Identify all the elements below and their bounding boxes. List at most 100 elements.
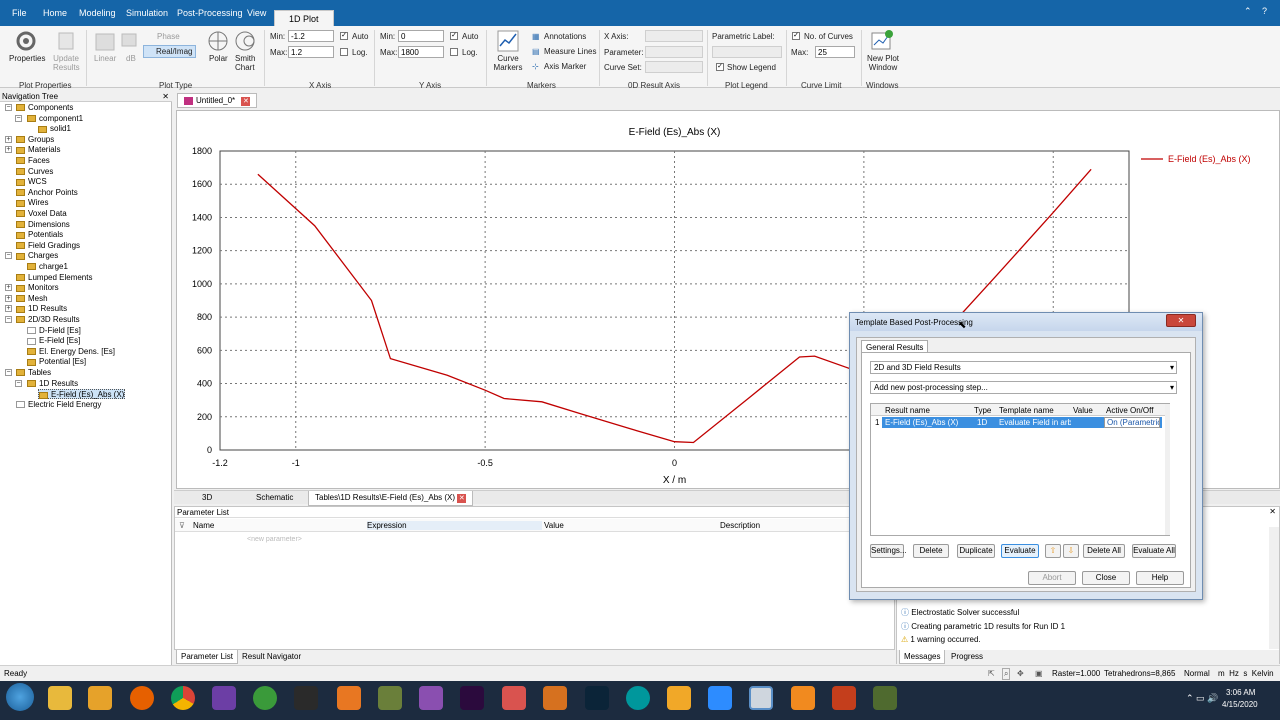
parametric-label-select[interactable] — [712, 46, 782, 58]
col-value[interactable]: Value — [1073, 406, 1093, 415]
tree-item[interactable]: E-Field (Es)_Abs (X) — [38, 389, 126, 400]
tree-item[interactable]: Charges — [16, 251, 58, 261]
update-results-button[interactable]: Update Results — [53, 54, 80, 72]
y-min-input[interactable]: 0 — [398, 30, 444, 42]
matlab-icon[interactable] — [543, 686, 567, 710]
show-legend-checkbox[interactable]: ✓ — [716, 63, 724, 71]
help-button[interactable]: Help — [1136, 571, 1184, 585]
tab-1d-plot[interactable]: 1D Plot — [274, 10, 334, 26]
row-active-select[interactable]: On (Parametric — [1104, 417, 1160, 428]
new-parameter-placeholder[interactable]: <new parameter> — [247, 536, 302, 543]
tree-item[interactable]: Anchor Points — [16, 188, 78, 198]
tree-expand-icon[interactable]: + — [5, 305, 12, 313]
close-button[interactable]: Close — [1082, 571, 1130, 585]
tree-item[interactable]: WCS — [16, 177, 47, 187]
menu-view[interactable]: View — [247, 8, 266, 18]
curve-max-input[interactable]: 25 — [815, 46, 855, 58]
col-value[interactable]: Value — [544, 521, 564, 530]
tree-item[interactable]: D-Field [Es] — [27, 326, 81, 336]
pan-icon[interactable]: ✥ — [1017, 669, 1024, 678]
cst-icon[interactable] — [749, 686, 773, 710]
menu-file[interactable]: File — [12, 8, 27, 18]
y-max-input[interactable]: 1800 — [398, 46, 444, 58]
clock-date[interactable]: 4/15/2020 — [1222, 700, 1258, 709]
start-button-icon[interactable] — [6, 683, 34, 711]
y-auto-checkbox[interactable]: ✓ — [450, 32, 458, 40]
premiere-icon[interactable] — [460, 686, 484, 710]
col-type[interactable]: Type — [974, 406, 991, 415]
media-player-icon[interactable] — [88, 686, 112, 710]
measure-lines-button[interactable]: Measure Lines — [544, 47, 596, 56]
tree-item[interactable]: Wires — [16, 198, 48, 208]
tab-result-navigator[interactable]: Result Navigator — [242, 652, 301, 661]
tree-item[interactable]: solid1 — [38, 124, 71, 134]
tree-expand-icon[interactable]: + — [5, 284, 12, 292]
real-imag-button[interactable]: Real/Imag — [143, 45, 197, 58]
app-icon[interactable] — [378, 686, 402, 710]
x-max-input[interactable]: 1.2 — [288, 46, 334, 58]
app-icon[interactable] — [667, 686, 691, 710]
tree-item[interactable]: Potential [Es] — [27, 357, 86, 367]
move-up-icon[interactable]: ⇧ — [1045, 544, 1061, 558]
settings-button[interactable]: Settings... — [870, 544, 907, 558]
db-button[interactable]: dB — [126, 54, 136, 63]
dialog-titlebar[interactable]: Template Based Post-Processing ✕ — [850, 313, 1202, 331]
tab-results-table[interactable]: Tables\1D Results\E-Field (Es)_Abs (X) ✕ — [308, 491, 474, 506]
duplicate-button[interactable]: Duplicate — [957, 544, 995, 558]
tree-item[interactable]: Curves — [16, 167, 53, 177]
abort-button[interactable]: Abort — [1028, 571, 1076, 585]
tree-item[interactable]: Lumped Elements — [16, 273, 92, 283]
minimize-icon[interactable]: ⌃ — [1244, 6, 1252, 17]
x-log-checkbox[interactable] — [340, 48, 348, 56]
no-curves-checkbox[interactable]: ✓ — [792, 32, 800, 40]
tab-schematic[interactable]: Schematic — [256, 493, 293, 502]
tree-item[interactable]: Materials — [16, 145, 60, 155]
tree-expand-icon[interactable]: + — [5, 146, 12, 154]
y-log-checkbox[interactable] — [450, 48, 458, 56]
tree-item[interactable]: Voxel Data — [16, 209, 67, 219]
help-icon[interactable]: ? — [1262, 6, 1267, 16]
file-explorer-icon[interactable] — [48, 686, 72, 710]
properties-icon[interactable] — [15, 30, 37, 52]
scrollbar[interactable] — [1269, 527, 1279, 649]
polar-button[interactable]: Polar — [209, 54, 228, 63]
od-curve-set-select[interactable] — [645, 61, 703, 73]
zoom-app-icon[interactable] — [708, 686, 732, 710]
tree-item[interactable]: charge1 — [27, 262, 68, 272]
delete-button[interactable]: Delete — [913, 544, 949, 558]
evaluate-all-button[interactable]: Evaluate All — [1132, 544, 1176, 558]
move-down-icon[interactable]: ⇩ — [1063, 544, 1079, 558]
tree-item[interactable]: Electric Field Energy — [16, 400, 101, 410]
photoshop-icon[interactable] — [585, 686, 609, 710]
zoom-icon[interactable]: ⌕ — [1002, 668, 1011, 680]
app-icon[interactable] — [502, 686, 526, 710]
tree-expand-icon[interactable]: − — [15, 114, 22, 122]
phase-button[interactable]: Phase — [157, 32, 180, 41]
menu-modeling[interactable]: Modeling — [79, 8, 116, 18]
col-active[interactable]: Active On/Off — [1106, 406, 1153, 415]
od-parameter-select[interactable] — [645, 46, 703, 58]
tree-item[interactable]: Monitors — [16, 283, 59, 293]
close-icon[interactable]: ✕ — [162, 91, 169, 102]
scrollbar[interactable] — [1165, 404, 1170, 535]
x-min-input[interactable]: -1.2 — [288, 30, 334, 42]
app-icon[interactable] — [873, 686, 897, 710]
fit-icon[interactable]: ▣ — [1035, 669, 1043, 678]
powerpoint-icon[interactable] — [832, 686, 856, 710]
tree-expand-icon[interactable]: − — [5, 104, 12, 111]
tree-item[interactable]: component1 — [27, 114, 83, 124]
close-icon[interactable]: ✕ — [241, 97, 251, 106]
tree-item[interactable]: Field Gradings — [16, 241, 80, 251]
app-icon[interactable] — [791, 686, 815, 710]
tree-expand-icon[interactable]: − — [5, 316, 12, 323]
tree-item[interactable]: Potentials — [16, 230, 63, 240]
close-icon[interactable]: ✕ — [1269, 507, 1276, 516]
new-plot-window-button[interactable]: New Plot Window — [866, 54, 900, 72]
tab-parameter-list[interactable]: Parameter List — [176, 650, 239, 664]
properties-button[interactable]: Properties — [9, 54, 45, 63]
close-icon[interactable]: ✕ — [457, 494, 467, 503]
office-app-icon[interactable] — [337, 686, 361, 710]
doc-tab-untitled[interactable]: Untitled_0* ✕ — [177, 93, 258, 108]
tree-item[interactable]: Mesh — [16, 294, 48, 304]
curve-markers-button[interactable]: Curve Markers — [493, 54, 523, 72]
